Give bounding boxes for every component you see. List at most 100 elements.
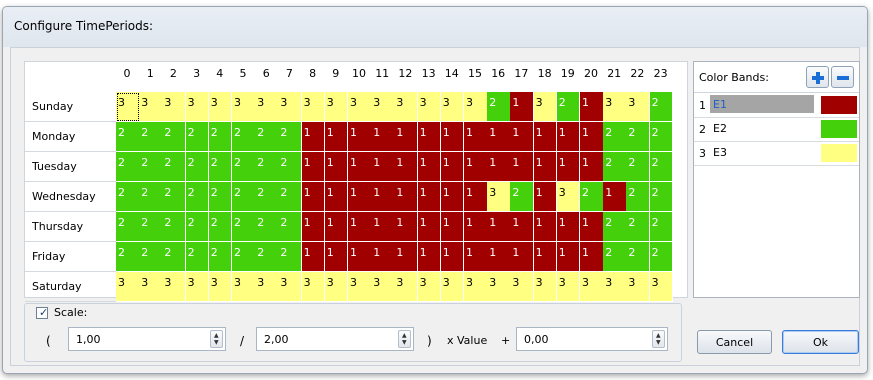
denominator-spinbox[interactable]: 2,00 ▲ ▼ xyxy=(256,327,414,351)
period-cell-thursday-0[interactable]: 2 xyxy=(116,212,140,242)
period-cell-monday-0[interactable]: 2 xyxy=(116,122,140,152)
period-cell-monday-3[interactable]: 2 xyxy=(185,122,210,152)
period-cell-saturday-1[interactable]: 3 xyxy=(139,272,163,302)
period-cell-friday-16[interactable]: 1 xyxy=(487,242,511,272)
remove-band-button[interactable] xyxy=(831,66,854,88)
period-cell-tuesday-19[interactable]: 1 xyxy=(556,152,581,182)
color-band-row-e2[interactable]: 2 E2 xyxy=(694,117,859,142)
color-band-swatch[interactable] xyxy=(820,95,858,115)
period-cell-saturday-3[interactable]: 3 xyxy=(185,272,210,302)
period-cell-monday-2[interactable]: 2 xyxy=(162,122,186,152)
period-cell-friday-18[interactable]: 1 xyxy=(533,242,558,272)
period-cell-monday-21[interactable]: 2 xyxy=(603,122,627,152)
period-cell-monday-15[interactable]: 1 xyxy=(464,122,488,152)
period-cell-monday-16[interactable]: 1 xyxy=(487,122,511,152)
period-cell-saturday-19[interactable]: 3 xyxy=(556,272,581,302)
period-cell-wednesday-11[interactable]: 1 xyxy=(371,182,395,212)
period-cell-tuesday-18[interactable]: 1 xyxy=(533,152,558,182)
period-cell-saturday-16[interactable]: 3 xyxy=(487,272,511,302)
period-cell-saturday-10[interactable]: 3 xyxy=(348,272,372,302)
period-cell-tuesday-7[interactable]: 2 xyxy=(278,152,302,182)
period-cell-friday-11[interactable]: 1 xyxy=(371,242,395,272)
period-cell-saturday-11[interactable]: 3 xyxy=(371,272,395,302)
period-cell-tuesday-5[interactable]: 2 xyxy=(232,152,256,182)
period-cell-monday-8[interactable]: 1 xyxy=(301,122,326,152)
period-cell-friday-0[interactable]: 2 xyxy=(116,242,140,272)
period-cell-saturday-0[interactable]: 3 xyxy=(116,272,140,302)
period-cell-tuesday-15[interactable]: 1 xyxy=(464,152,488,182)
period-cell-friday-10[interactable]: 1 xyxy=(348,242,372,272)
period-cell-thursday-9[interactable]: 1 xyxy=(324,212,349,242)
period-cell-wednesday-22[interactable]: 2 xyxy=(626,182,650,212)
period-cell-tuesday-22[interactable]: 2 xyxy=(626,152,650,182)
period-cell-sunday-16[interactable]: 2 xyxy=(487,92,511,122)
period-cell-saturday-8[interactable]: 3 xyxy=(301,272,326,302)
period-cell-sunday-23[interactable]: 2 xyxy=(649,92,674,122)
period-cell-monday-18[interactable]: 1 xyxy=(533,122,558,152)
period-cell-monday-6[interactable]: 2 xyxy=(255,122,279,152)
ok-button[interactable]: Ok xyxy=(782,330,859,354)
denominator-spin-buttons[interactable]: ▲ ▼ xyxy=(398,330,411,348)
period-cell-thursday-19[interactable]: 1 xyxy=(556,212,581,242)
period-cell-wednesday-12[interactable]: 1 xyxy=(394,182,418,212)
period-cell-thursday-8[interactable]: 1 xyxy=(301,212,326,242)
period-cell-thursday-12[interactable]: 1 xyxy=(394,212,418,242)
period-cell-sunday-6[interactable]: 3 xyxy=(255,92,279,122)
period-cell-sunday-4[interactable]: 3 xyxy=(208,92,233,122)
period-cell-thursday-18[interactable]: 1 xyxy=(533,212,558,242)
period-cell-sunday-13[interactable]: 3 xyxy=(417,92,442,122)
period-cell-wednesday-10[interactable]: 1 xyxy=(348,182,372,212)
period-cell-friday-20[interactable]: 1 xyxy=(580,242,604,272)
period-cell-saturday-7[interactable]: 3 xyxy=(278,272,302,302)
period-cell-monday-4[interactable]: 2 xyxy=(208,122,233,152)
period-cell-sunday-12[interactable]: 3 xyxy=(394,92,418,122)
period-cell-sunday-11[interactable]: 3 xyxy=(371,92,395,122)
color-band-name[interactable]: E3 xyxy=(710,143,814,161)
period-cell-friday-12[interactable]: 1 xyxy=(394,242,418,272)
period-cell-sunday-10[interactable]: 3 xyxy=(348,92,372,122)
period-cell-friday-22[interactable]: 2 xyxy=(626,242,650,272)
period-cell-thursday-4[interactable]: 2 xyxy=(208,212,233,242)
period-cell-thursday-17[interactable]: 1 xyxy=(510,212,534,242)
period-cell-wednesday-21[interactable]: 1 xyxy=(603,182,627,212)
color-band-swatch[interactable] xyxy=(820,143,858,163)
period-cell-tuesday-8[interactable]: 1 xyxy=(301,152,326,182)
period-cell-thursday-2[interactable]: 2 xyxy=(162,212,186,242)
spin-down-icon[interactable]: ▼ xyxy=(656,340,661,346)
period-cell-wednesday-14[interactable]: 1 xyxy=(440,182,465,212)
period-cell-sunday-14[interactable]: 3 xyxy=(440,92,465,122)
period-cell-friday-23[interactable]: 2 xyxy=(649,242,674,272)
period-cell-monday-9[interactable]: 1 xyxy=(324,122,349,152)
period-cell-sunday-22[interactable]: 3 xyxy=(626,92,650,122)
period-cell-monday-11[interactable]: 1 xyxy=(371,122,395,152)
period-cell-saturday-13[interactable]: 3 xyxy=(417,272,442,302)
period-cell-tuesday-13[interactable]: 1 xyxy=(417,152,442,182)
period-cell-saturday-14[interactable]: 3 xyxy=(440,272,465,302)
spin-down-icon[interactable]: ▼ xyxy=(402,340,407,346)
period-cell-friday-13[interactable]: 1 xyxy=(417,242,442,272)
period-cell-tuesday-0[interactable]: 2 xyxy=(116,152,140,182)
period-cell-thursday-1[interactable]: 2 xyxy=(139,212,163,242)
period-cell-tuesday-17[interactable]: 1 xyxy=(510,152,534,182)
add-band-button[interactable] xyxy=(806,66,829,88)
period-cell-wednesday-5[interactable]: 2 xyxy=(232,182,256,212)
period-cell-monday-23[interactable]: 2 xyxy=(649,122,674,152)
period-cell-wednesday-19[interactable]: 3 xyxy=(556,182,581,212)
scale-checkbox[interactable]: ✓ xyxy=(36,307,48,319)
period-cell-wednesday-2[interactable]: 2 xyxy=(162,182,186,212)
numerator-spin-buttons[interactable]: ▲ ▼ xyxy=(210,330,223,348)
period-cell-saturday-18[interactable]: 3 xyxy=(533,272,558,302)
period-cell-wednesday-4[interactable]: 2 xyxy=(208,182,233,212)
period-cell-wednesday-8[interactable]: 1 xyxy=(301,182,326,212)
period-cell-sunday-8[interactable]: 3 xyxy=(301,92,326,122)
period-cell-thursday-14[interactable]: 1 xyxy=(440,212,465,242)
offset-spinbox[interactable]: 0,00 ▲ ▼ xyxy=(516,327,668,351)
period-cell-wednesday-16[interactable]: 3 xyxy=(487,182,511,212)
period-cell-tuesday-20[interactable]: 1 xyxy=(580,152,604,182)
period-cell-tuesday-21[interactable]: 2 xyxy=(603,152,627,182)
period-cell-saturday-9[interactable]: 3 xyxy=(324,272,349,302)
period-cell-saturday-6[interactable]: 3 xyxy=(255,272,279,302)
period-cell-tuesday-9[interactable]: 1 xyxy=(324,152,349,182)
period-cell-friday-9[interactable]: 1 xyxy=(324,242,349,272)
period-cell-monday-7[interactable]: 2 xyxy=(278,122,302,152)
